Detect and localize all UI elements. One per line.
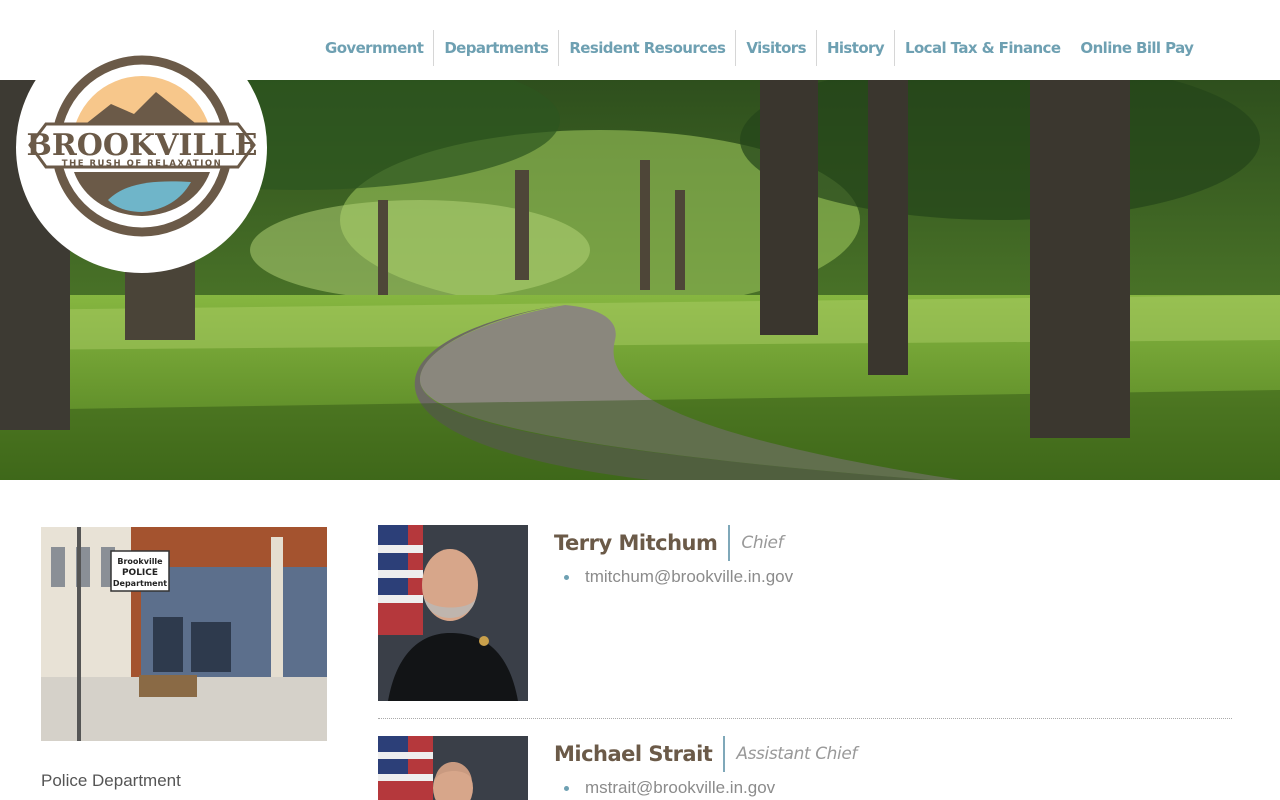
nav-local-tax-finance[interactable]: Local Tax & Finance bbox=[894, 30, 1070, 66]
title-separator bbox=[723, 736, 726, 772]
nav-visitors[interactable]: Visitors bbox=[735, 30, 816, 66]
staff-info: Terry Mitchum Chief tmitchum@brookville.… bbox=[554, 525, 793, 587]
staff-email-link[interactable]: mstrait@brookville.in.gov bbox=[585, 778, 775, 798]
sidebar-caption: Police Department bbox=[41, 771, 181, 790]
staff-email-link[interactable]: tmitchum@brookville.in.gov bbox=[585, 567, 793, 587]
name-row: Michael Strait Assistant Chief bbox=[554, 736, 857, 772]
nav-departments[interactable]: Departments bbox=[433, 30, 558, 66]
email-row: mstrait@brookville.in.gov bbox=[554, 778, 857, 798]
bullet-icon bbox=[564, 785, 569, 791]
main-nav: Government Departments Resident Resource… bbox=[315, 30, 1203, 66]
logo-tagline: THE RUSH OF RELAXATION bbox=[62, 159, 222, 169]
sign-line-1: Brookville bbox=[117, 557, 163, 566]
logo-mark: BROOKVILLE THE RUSH OF RELAXATION bbox=[27, 55, 258, 237]
staff-divider bbox=[378, 718, 1232, 719]
nav-government[interactable]: Government bbox=[315, 30, 433, 66]
brookville-logo[interactable]: BROOKVILLE THE RUSH OF RELAXATION bbox=[16, 22, 267, 273]
nav-online-bill-pay[interactable]: Online Bill Pay bbox=[1070, 30, 1203, 66]
sign-line-3: Department bbox=[113, 579, 167, 588]
building-illustration: Brookville POLICE Department bbox=[41, 527, 327, 741]
staff-entry: Michael Strait Assistant Chief mstrait@b… bbox=[378, 736, 1232, 800]
staff-title: Chief bbox=[741, 533, 784, 553]
portrait bbox=[378, 525, 528, 701]
sign-line-2: POLICE bbox=[122, 568, 158, 578]
staff-info: Michael Strait Assistant Chief mstrait@b… bbox=[554, 736, 857, 798]
staff-title: Assistant Chief bbox=[736, 744, 858, 764]
name-row: Terry Mitchum Chief bbox=[554, 525, 793, 561]
staff-entry: Terry Mitchum Chief tmitchum@brookville.… bbox=[378, 525, 1232, 701]
staff-photo bbox=[378, 525, 528, 701]
logo-text: BROOKVILLE bbox=[27, 128, 258, 163]
bullet-icon bbox=[564, 574, 569, 580]
portrait bbox=[378, 736, 528, 800]
nav-resident-resources[interactable]: Resident Resources bbox=[558, 30, 735, 66]
nav-history[interactable]: History bbox=[815, 30, 894, 66]
email-row: tmitchum@brookville.in.gov bbox=[554, 567, 793, 587]
police-department-photo: Brookville POLICE Department bbox=[41, 527, 327, 741]
staff-name: Terry Mitchum bbox=[554, 531, 718, 555]
staff-photo bbox=[378, 736, 528, 800]
staff-name: Michael Strait bbox=[554, 742, 713, 766]
title-separator bbox=[728, 525, 731, 561]
